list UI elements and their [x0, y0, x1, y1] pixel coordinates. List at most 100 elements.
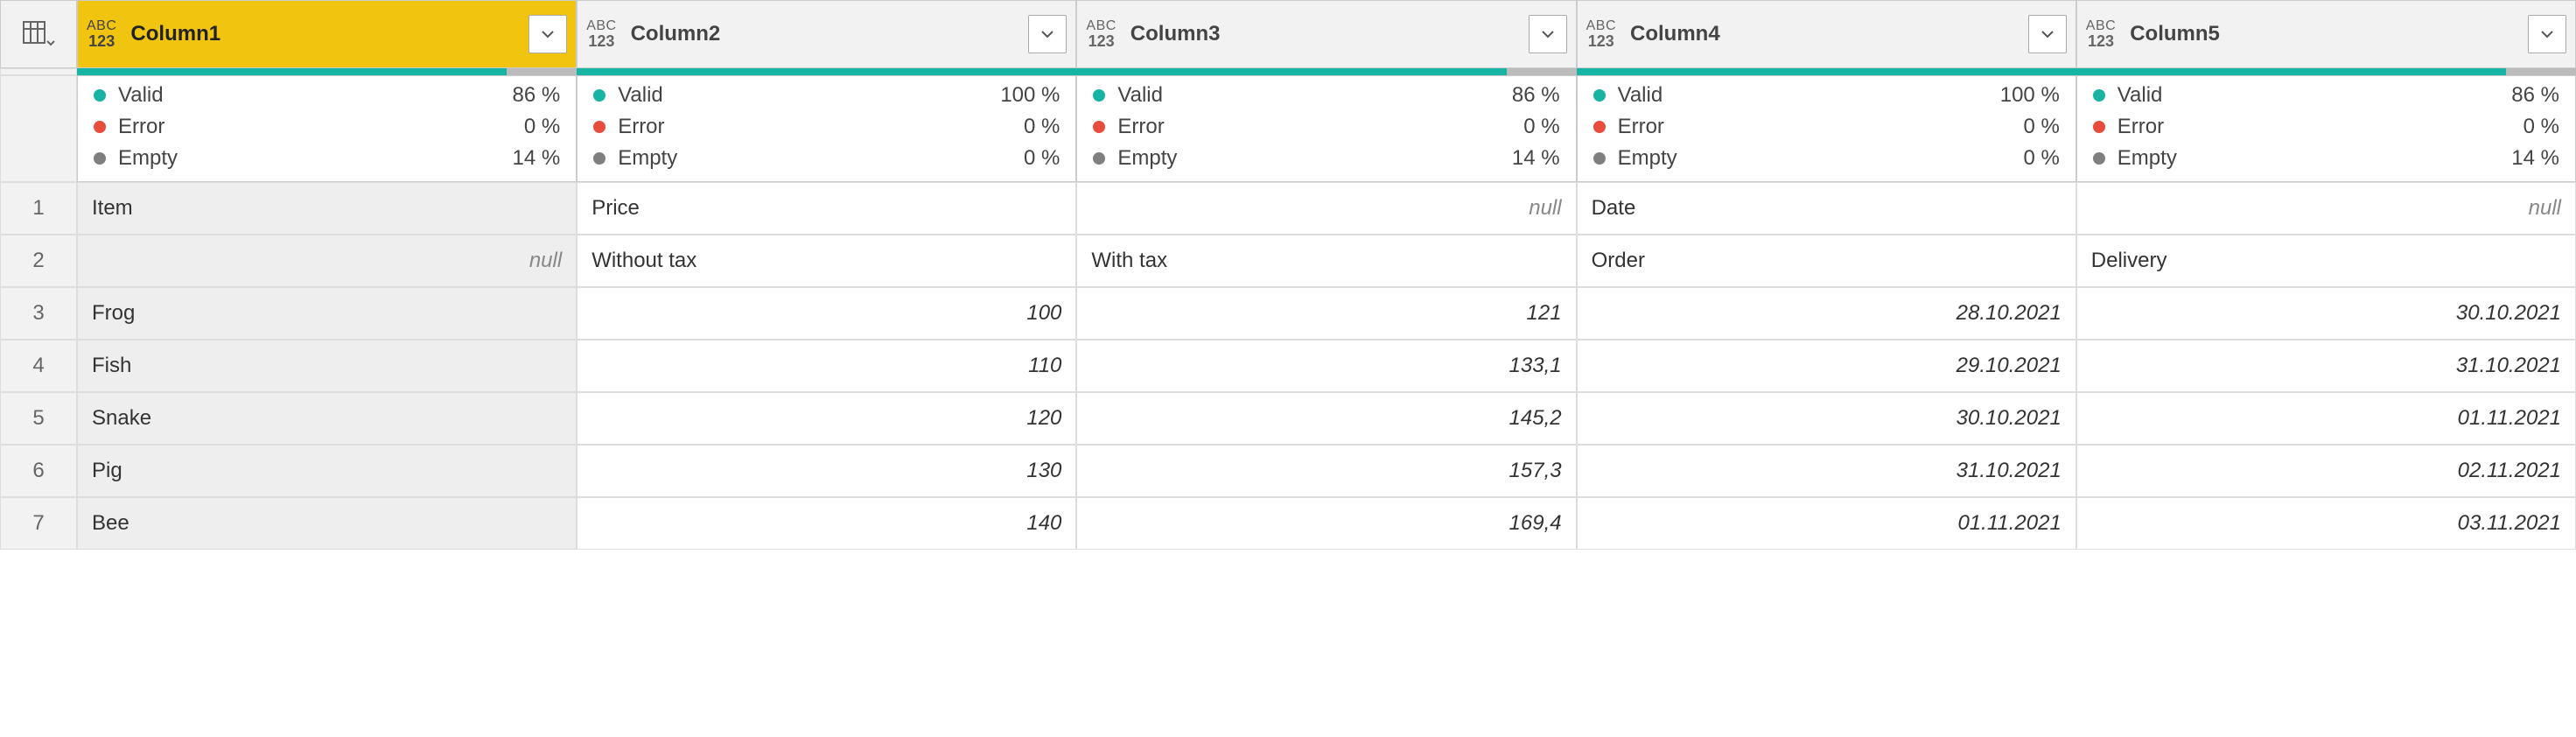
quality-label: Empty	[2118, 146, 2177, 171]
column-filter-button[interactable]	[528, 15, 567, 53]
cell-value[interactable]: 121	[1076, 287, 1576, 340]
column-header-4[interactable]: ABC123Column4	[1577, 0, 2076, 68]
quality-row-error: Error0 %	[2093, 115, 2559, 139]
quality-row-valid: Valid100 %	[593, 83, 1060, 108]
quality-percent: 14 %	[2481, 146, 2559, 171]
column-header-1[interactable]: ABC123Column1	[77, 0, 577, 68]
quality-label: Valid	[2118, 83, 2163, 108]
datatype-any-icon: ABC123	[1586, 19, 1616, 49]
column-quality-stats: Valid 86 % Error0 % Empty 14 %	[2076, 75, 2576, 182]
cell-value[interactable]: 28.10.2021	[1577, 287, 2076, 340]
quality-row-error: Error0 %	[94, 115, 560, 139]
row-number[interactable]: 7	[0, 497, 77, 550]
cell-value[interactable]: 01.11.2021	[2076, 392, 2576, 445]
quality-label: Error	[2118, 115, 2164, 139]
column-filter-button[interactable]	[2528, 15, 2566, 53]
quality-label: Empty	[1618, 146, 1677, 171]
cell-value[interactable]: Order	[1577, 235, 2076, 287]
gutter-spacer	[0, 68, 77, 75]
chevron-down-icon	[537, 24, 558, 45]
cell-null[interactable]: null	[77, 235, 577, 287]
row-number[interactable]: 4	[0, 340, 77, 392]
cell-value[interactable]: With tax	[1076, 235, 1576, 287]
cell-value[interactable]: Pig	[77, 445, 577, 497]
chevron-down-icon	[2537, 24, 2558, 45]
error-dot-icon	[94, 121, 106, 133]
cell-value[interactable]: 30.10.2021	[1577, 392, 2076, 445]
cell-value[interactable]: 02.11.2021	[2076, 445, 2576, 497]
quality-row-empty: Empty 14 %	[1093, 146, 1559, 171]
quality-row-error: Error0 %	[593, 115, 1060, 139]
empty-dot-icon	[1593, 152, 1606, 165]
cell-value[interactable]: Date	[1577, 182, 2076, 235]
cell-value[interactable]: Frog	[77, 287, 577, 340]
column-quality-stats: Valid100 %Error0 %Empty0 %	[1577, 75, 2076, 182]
quality-row-error: Error0 %	[1093, 115, 1559, 139]
cell-null[interactable]: null	[1076, 182, 1576, 235]
cell-value[interactable]: Without tax	[577, 235, 1076, 287]
column-filter-button[interactable]	[1529, 15, 1567, 53]
column-title: Column2	[627, 22, 1018, 46]
column-header-3[interactable]: ABC123Column3	[1076, 0, 1576, 68]
quality-percent: 0 %	[1981, 115, 2060, 139]
quality-row-empty: Empty0 %	[593, 146, 1060, 171]
chevron-down-icon	[1037, 24, 1058, 45]
cell-value[interactable]: 29.10.2021	[1577, 340, 2076, 392]
cell-value[interactable]: 140	[577, 497, 1076, 550]
quality-label: Empty	[1117, 146, 1177, 171]
quality-label: Error	[118, 115, 164, 139]
quality-percent: 86 %	[2481, 83, 2559, 108]
select-all-corner[interactable]	[0, 0, 77, 68]
cell-value[interactable]: 130	[577, 445, 1076, 497]
row-number[interactable]: 5	[0, 392, 77, 445]
quality-label: Valid	[1618, 83, 1663, 108]
cell-value[interactable]: 157,3	[1076, 445, 1576, 497]
cell-value[interactable]: 31.10.2021	[1577, 445, 2076, 497]
quality-percent: 14 %	[1481, 146, 1560, 171]
valid-dot-icon	[94, 89, 106, 102]
quality-percent: 14 %	[481, 146, 560, 171]
cell-null[interactable]: null	[2076, 182, 2576, 235]
column-quality-bar	[1076, 68, 1576, 75]
empty-dot-icon	[2093, 152, 2105, 165]
row-number[interactable]: 6	[0, 445, 77, 497]
row-number[interactable]: 2	[0, 235, 77, 287]
valid-dot-icon	[2093, 89, 2105, 102]
quality-percent: 0 %	[981, 115, 1060, 139]
empty-dot-icon	[94, 152, 106, 165]
quality-percent: 0 %	[1481, 115, 1560, 139]
cell-value[interactable]: 31.10.2021	[2076, 340, 2576, 392]
quality-percent: 100 %	[981, 83, 1060, 108]
cell-value[interactable]: Bee	[77, 497, 577, 550]
cell-value[interactable]: Snake	[77, 392, 577, 445]
quality-row-valid: Valid100 %	[1593, 83, 2060, 108]
chevron-down-icon	[1537, 24, 1558, 45]
column-quality-bar	[1577, 68, 2076, 75]
cell-value[interactable]: 169,4	[1076, 497, 1576, 550]
cell-value[interactable]: 01.11.2021	[1577, 497, 2076, 550]
cell-value[interactable]: 100	[577, 287, 1076, 340]
quality-row-valid: Valid86 %	[1093, 83, 1559, 108]
cell-value[interactable]: 133,1	[1076, 340, 1576, 392]
cell-value[interactable]: 30.10.2021	[2076, 287, 2576, 340]
quality-row-valid: Valid 86 %	[2093, 83, 2559, 108]
quality-label: Valid	[1117, 83, 1163, 108]
cell-value[interactable]: Item	[77, 182, 577, 235]
column-filter-button[interactable]	[1028, 15, 1067, 53]
row-number[interactable]: 3	[0, 287, 77, 340]
quality-row-empty: Empty 14 %	[94, 146, 560, 171]
cell-value[interactable]: 145,2	[1076, 392, 1576, 445]
valid-dot-icon	[1593, 89, 1606, 102]
column-header-2[interactable]: ABC123 Column2	[577, 0, 1076, 68]
cell-value[interactable]: Delivery	[2076, 235, 2576, 287]
row-number[interactable]: 1	[0, 182, 77, 235]
column-filter-button[interactable]	[2028, 15, 2067, 53]
cell-value[interactable]: 110	[577, 340, 1076, 392]
cell-value[interactable]: 03.11.2021	[2076, 497, 2576, 550]
cell-value[interactable]: Fish	[77, 340, 577, 392]
quality-label: Empty	[118, 146, 178, 171]
column-header-5[interactable]: ABC123Column5	[2076, 0, 2576, 68]
cell-value[interactable]: Price	[577, 182, 1076, 235]
cell-value[interactable]: 120	[577, 392, 1076, 445]
datatype-any-icon: ABC123	[586, 19, 616, 49]
